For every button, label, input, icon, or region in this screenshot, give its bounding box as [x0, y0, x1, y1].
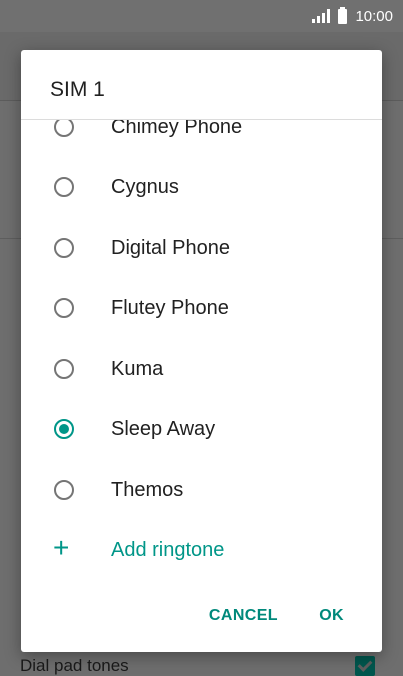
radio-button[interactable] — [54, 177, 74, 197]
ringtone-option-label: Digital Phone — [111, 237, 230, 259]
add-ringtone-label: Add ringtone — [111, 539, 225, 561]
radio-button-selected[interactable] — [54, 419, 74, 439]
background-checkbox — [355, 656, 375, 676]
ringtone-option-digital-phone[interactable]: Digital Phone — [21, 220, 382, 280]
ringtone-option-sleep-away[interactable]: Sleep Away — [21, 401, 382, 461]
ringtone-option-label: Themos — [111, 479, 184, 501]
cancel-button[interactable]: CANCEL — [201, 598, 286, 634]
plus-icon: + — [53, 532, 70, 563]
ringtone-dialog: SIM 1 Chimey Phone Cygnus Digital Phone … — [21, 50, 382, 652]
ringtone-list[interactable]: Chimey Phone Cygnus Digital Phone Flutey… — [21, 120, 382, 568]
radio-button[interactable] — [54, 480, 74, 500]
battery-icon — [338, 6, 348, 24]
ringtone-option-chimey-phone[interactable]: Chimey Phone — [21, 120, 382, 159]
status-icons: 10:00 — [312, 0, 393, 32]
clock: 10:00 — [355, 7, 393, 25]
ringtone-option-label: Kuma — [111, 358, 164, 380]
ringtone-option-label: Chimey Phone — [111, 120, 243, 138]
dialog-actions: CANCEL OK — [21, 598, 382, 638]
background-setting-label: Dial pad tones — [20, 656, 129, 675]
radio-button[interactable] — [54, 238, 74, 258]
signal-icon — [312, 9, 331, 23]
ok-button[interactable]: OK — [311, 598, 352, 634]
dialog-title: SIM 1 — [50, 78, 105, 101]
radio-button[interactable] — [54, 298, 74, 318]
radio-button[interactable] — [54, 120, 74, 137]
ringtone-option-kuma[interactable]: Kuma — [21, 341, 382, 401]
add-ringtone-item[interactable]: + Add ringtone — [21, 522, 382, 568]
ringtone-option-label: Flutey Phone — [111, 297, 229, 319]
ringtone-option-flutey-phone[interactable]: Flutey Phone — [21, 280, 382, 340]
ringtone-option-themos[interactable]: Themos — [21, 462, 382, 522]
ringtone-option-cygnus[interactable]: Cygnus — [21, 159, 382, 219]
ringtone-option-label: Cygnus — [111, 176, 179, 198]
radio-button[interactable] — [54, 359, 74, 379]
ringtone-option-label: Sleep Away — [111, 418, 216, 440]
status-bar: 10:00 — [0, 0, 403, 32]
